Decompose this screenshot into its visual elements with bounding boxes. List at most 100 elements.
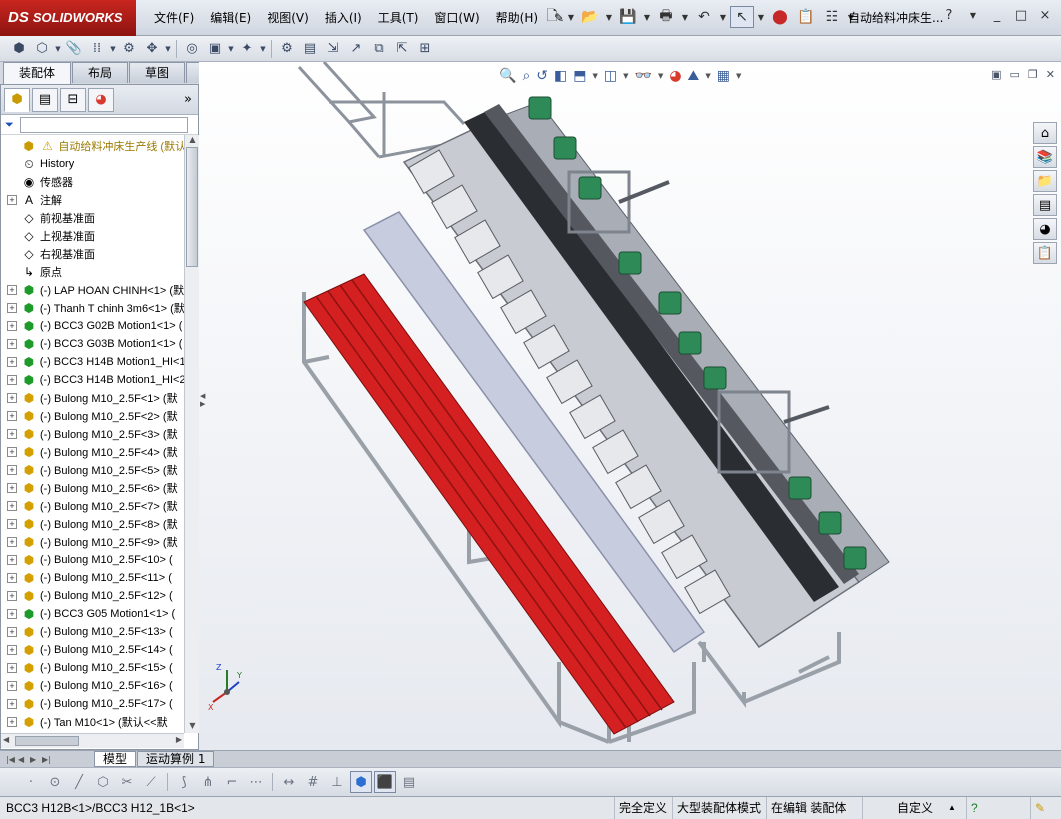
tab-assembly[interactable]: 装配体 xyxy=(3,62,72,84)
expand-plus-icon[interactable]: + xyxy=(7,555,17,565)
expand-plus-icon[interactable]: + xyxy=(7,465,17,475)
graphics-area[interactable]: 🔍 ⌕ ↺ ◧ ⬒ ▼ ◫ ▼ 👓 ▼ ◕ ⛰ ▼ ▦ ▼ ▣ ▭ ❐ ✕ ⌂ 📚 📁 ▤… xyxy=(199,62,1061,750)
file-explorer-icon[interactable]: 📁 xyxy=(1033,170,1057,192)
select-cursor-icon[interactable]: ↖ xyxy=(730,6,754,28)
expand-plus-icon[interactable]: + xyxy=(7,627,17,637)
more-tabs-icon[interactable]: » xyxy=(184,92,192,107)
expand-plus-icon[interactable]: + xyxy=(7,285,17,295)
tree-item[interactable]: ◇ 上视基准面 xyxy=(1,227,184,245)
show-hidden-components-icon[interactable]: ◎ xyxy=(181,38,203,60)
chevron-down-icon[interactable]: ▼ xyxy=(566,6,576,28)
tree-item[interactable]: + ⬢ (-) Bulong M10_2.5F<6> (默 xyxy=(1,479,184,497)
help-status-icon[interactable]: ? xyxy=(966,797,1006,819)
rebuild-traffic-light-icon[interactable]: ⬤ xyxy=(768,6,792,28)
line-icon[interactable]: ╱ xyxy=(68,771,90,793)
custom-properties-icon[interactable]: 📋 xyxy=(1033,242,1057,264)
component-pattern-icon[interactable]: ⁞⁞ xyxy=(86,38,108,60)
solidworks-resources-icon[interactable]: ⌂ xyxy=(1033,122,1057,144)
tree-item[interactable]: + ⬢ (-) Bulong M10_2.5F<16> ( xyxy=(1,677,184,695)
chevron-down-icon[interactable]: ▼ xyxy=(642,6,652,28)
offset-icon[interactable]: ⟆ xyxy=(173,771,195,793)
scroll-right-icon[interactable]: ▶ xyxy=(176,735,182,744)
chevron-up-icon[interactable]: ▲ xyxy=(944,797,966,819)
configuration-manager-tab-icon[interactable]: ⊟ xyxy=(60,87,86,112)
3d-view-icon[interactable]: ⬢ xyxy=(350,771,372,793)
tree-item[interactable]: + ⬢ (-) BCC3 H14B Motion1_HI<2 xyxy=(1,371,184,389)
print-icon[interactable]: 🖶 xyxy=(654,6,678,28)
hide-show-items-icon[interactable]: 👓 xyxy=(635,68,652,84)
tree-horizontal-scrollbar[interactable]: ◀ ▶ xyxy=(1,733,184,748)
tree-root-assembly[interactable]: ⬢ ⚠ 自动给料冲床生产线 (默认 xyxy=(1,137,184,155)
tree-item[interactable]: + ⬢ (-) Thanh T chinh 3m6<1> (默 xyxy=(1,299,184,317)
view-palette-icon[interactable]: ▤ xyxy=(1033,194,1057,216)
expand-plus-icon[interactable]: + xyxy=(7,699,17,709)
menu-window[interactable]: 窗口(W) xyxy=(426,0,487,36)
expand-plus-icon[interactable]: + xyxy=(7,519,17,529)
previous-view-icon[interactable]: ↺ xyxy=(536,68,548,84)
tab-model[interactable]: 模型 xyxy=(94,751,137,767)
filter-funnel-icon[interactable]: ⏷ xyxy=(5,118,14,132)
chevron-down-icon[interactable]: ▼ xyxy=(54,38,62,60)
tree-item[interactable]: + ⬢ (-) Bulong M10_2.5F<7> (默 xyxy=(1,497,184,515)
chevron-down-icon[interactable]: ▼ xyxy=(164,38,172,60)
tab-sketch[interactable]: 草图 xyxy=(129,62,186,83)
tree-item[interactable]: + ⬢ (-) Bulong M10_2.5F<17> ( xyxy=(1,695,184,713)
expand-plus-icon[interactable]: + xyxy=(7,609,17,619)
table-icon[interactable]: ▤ xyxy=(398,771,420,793)
chevron-down-icon[interactable]: ▼ xyxy=(705,72,710,80)
expand-plus-icon[interactable]: + xyxy=(7,483,17,493)
tree-item[interactable]: + ⬢ (-) Bulong M10_2.5F<14> ( xyxy=(1,641,184,659)
solidworks-logo[interactable]: DS SOLIDWORKS xyxy=(0,0,136,36)
chevron-down-icon[interactable]: ▼ xyxy=(718,6,728,28)
filter-input[interactable] xyxy=(19,116,188,133)
polygon-icon[interactable]: ⬡ xyxy=(92,771,114,793)
tab-last-icon[interactable]: ▶| xyxy=(42,755,54,764)
construction-icon[interactable]: ⋯ xyxy=(245,771,267,793)
circle-icon[interactable]: ⊙ xyxy=(44,771,66,793)
units-selector[interactable]: 自定义 xyxy=(862,797,944,819)
fillet-icon[interactable]: ⌐ xyxy=(221,771,243,793)
edit-component-icon[interactable]: ⬢ xyxy=(8,38,30,60)
extend-icon[interactable]: ⟋ xyxy=(140,771,162,793)
edit-appearance-icon[interactable]: ◕ xyxy=(669,68,681,84)
chevron-down-icon[interactable]: ▼ xyxy=(227,38,235,60)
viewport-tile-icon[interactable]: ▣ xyxy=(991,68,1001,81)
expand-plus-icon[interactable]: + xyxy=(7,447,17,457)
trim-icon[interactable]: ✂ xyxy=(116,771,138,793)
expand-plus-icon[interactable]: + xyxy=(7,573,17,583)
help-dropdown-icon[interactable]: ▼ xyxy=(963,6,983,26)
chevron-down-icon[interactable]: ▼ xyxy=(604,6,614,28)
scroll-up-icon[interactable]: ▲ xyxy=(185,135,200,147)
mate-icon[interactable]: 📎 xyxy=(63,38,85,60)
expand-plus-icon[interactable]: + xyxy=(7,339,17,349)
insert-component-icon[interactable]: ⬡ xyxy=(31,38,53,60)
zoom-to-area-icon[interactable]: ⌕ xyxy=(522,68,530,84)
scroll-down-icon[interactable]: ▼ xyxy=(185,721,200,733)
bill-of-materials-icon[interactable]: ▤ xyxy=(299,38,321,60)
panel-splitter-handle[interactable]: ◀ ▶ xyxy=(200,392,206,420)
interference-detection-icon[interactable]: ⧉ xyxy=(368,38,390,60)
display-style-icon[interactable]: ◫ xyxy=(604,68,617,84)
chevron-down-icon[interactable]: ▼ xyxy=(259,38,267,60)
expand-plus-icon[interactable]: + xyxy=(7,537,17,547)
tree-item[interactable]: + ⬢ (-) Bulong M10_2.5F<13> ( xyxy=(1,623,184,641)
apply-scene-icon[interactable]: ⛰ xyxy=(688,68,700,84)
menu-tools[interactable]: 工具(T) xyxy=(370,0,427,36)
expand-plus-icon[interactable]: + xyxy=(7,375,17,385)
tree-item[interactable]: + ⬢ (-) BCC3 G05 Motion1<1> ( xyxy=(1,605,184,623)
zoom-to-fit-icon[interactable]: 🔍 xyxy=(499,68,516,84)
reference-geometry-icon[interactable]: ✦ xyxy=(236,38,258,60)
menu-insert[interactable]: 插入(I) xyxy=(317,0,370,36)
tree-item[interactable]: + ⬢ (-) Tan M10<1> (默认<<默 xyxy=(1,713,184,731)
expand-plus-icon[interactable]: + xyxy=(7,591,17,601)
save-icon[interactable]: 💾 xyxy=(616,6,640,28)
tree-item[interactable]: + ⬢ (-) Bulong M10_2.5F<4> (默 xyxy=(1,443,184,461)
scroll-thumb[interactable] xyxy=(15,736,79,746)
grid-icon[interactable]: # xyxy=(302,771,324,793)
design-library-icon[interactable]: 📚 xyxy=(1033,146,1057,168)
assembly-features-icon[interactable]: ▣ xyxy=(204,38,226,60)
view-settings-icon[interactable]: ▦ xyxy=(717,68,730,84)
chevron-down-icon[interactable]: ▼ xyxy=(592,72,597,80)
tree-item[interactable]: + ⬢ (-) Bulong M10_2.5F<12> ( xyxy=(1,587,184,605)
close-button[interactable]: × xyxy=(1035,6,1055,26)
